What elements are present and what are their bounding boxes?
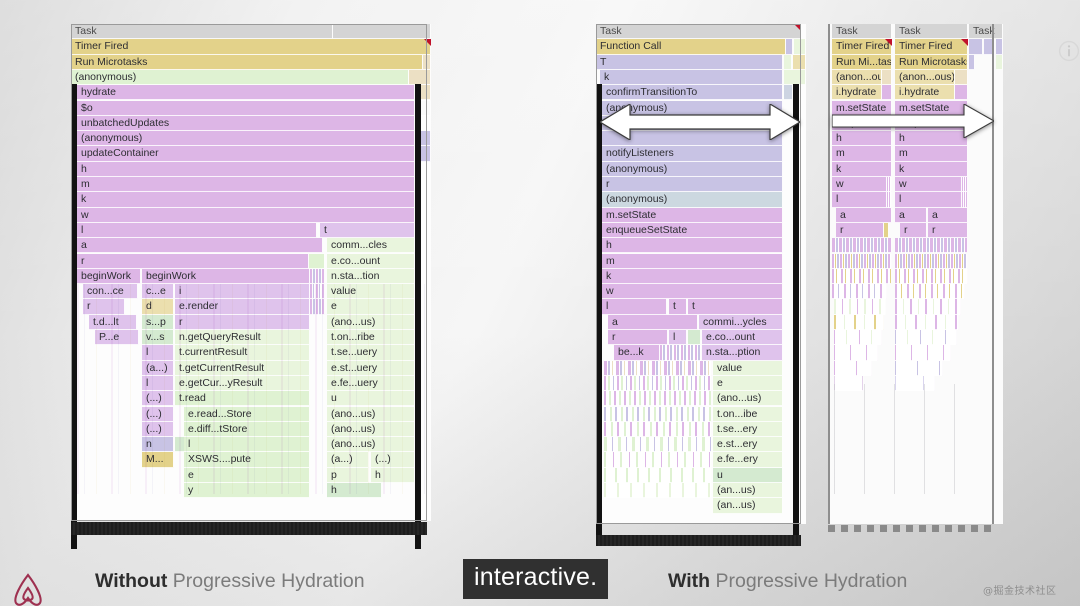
middle-panel-outline: [596, 24, 801, 524]
right-panel-outline: [828, 24, 994, 524]
right-noise-c[interactable]: [996, 39, 1003, 55]
middle-double-arrow-icon: [600, 104, 800, 140]
left-selection-bracket-bottom[interactable]: [71, 522, 427, 535]
middle-panel[interactable]: Task Function Call T k confirmTransition…: [596, 24, 806, 546]
info-icon[interactable]: [1058, 40, 1080, 62]
airbnb-logo: [14, 573, 42, 606]
caption-right: With Progressive Hydration: [668, 570, 907, 593]
left-panel[interactable]: Task Timer Fired Run Microtasks (anonymo…: [71, 24, 431, 549]
caption-left-strong: Without: [95, 570, 168, 592]
caption-right-strong: With: [668, 570, 711, 592]
watermark: @掘金技术社区: [983, 586, 1057, 597]
left-panel-outline: [71, 24, 427, 521]
right-panel-scroll-strip[interactable]: [828, 525, 994, 532]
caption-left-rest: Progressive Hydration: [167, 570, 365, 592]
interactive-label: interactive.: [463, 559, 609, 599]
right-panel[interactable]: Task Task Task Timer Fired Timer Fired R…: [828, 24, 1003, 534]
right-noise-e[interactable]: [996, 54, 1003, 70]
caption-right-rest: Progressive Hydration: [710, 570, 908, 592]
caption-left: Without Progressive Hydration: [95, 570, 365, 593]
middle-selection-bracket-bottom[interactable]: [596, 535, 801, 546]
right-arrow-icon: [832, 104, 994, 138]
